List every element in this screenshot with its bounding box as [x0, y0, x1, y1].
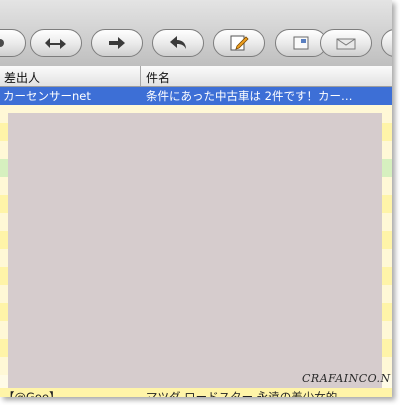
forward-button[interactable]: [91, 29, 143, 57]
mail-window: 差出人 件名 カーセンサーnet 条件にあった中古車は 2件です！カー… 【@G…: [0, 0, 392, 397]
mailbox-button[interactable]: [320, 29, 372, 57]
get-mail-button[interactable]: [0, 29, 26, 57]
column-divider[interactable]: [140, 66, 141, 86]
reply-icon: [170, 36, 186, 49]
message-row[interactable]: 【@Goo】 マツダ ロードスター 永遠の差少女的…: [0, 388, 392, 397]
note-icon: [293, 36, 309, 50]
message-subject: マツダ ロードスター 永遠の差少女的…: [146, 390, 349, 397]
watermark: CRAFAINCO.N: [302, 372, 391, 385]
reply-button[interactable]: [152, 29, 204, 57]
toolbar: [0, 0, 392, 67]
more-button[interactable]: [381, 29, 392, 57]
message-row[interactable]: カーセンサーnet 条件にあった中古車は 2件です！カー…: [0, 87, 392, 105]
sender-column-header[interactable]: 差出人: [4, 69, 40, 86]
get-mail-icon: [0, 39, 4, 47]
message-list-header: 差出人 件名: [0, 66, 392, 87]
reply-all-button[interactable]: [30, 29, 82, 57]
forward-icon: [109, 37, 125, 49]
compose-button[interactable]: [213, 29, 265, 57]
redaction-overlay: [8, 113, 382, 389]
subject-column-header[interactable]: 件名: [146, 69, 170, 86]
message-subject: 条件にあった中古車は 2件です！カー…: [146, 89, 353, 103]
message-sender: 【@Goo】: [3, 390, 61, 397]
compose-icon: [230, 35, 249, 51]
mailbox-icon: [336, 38, 356, 50]
message-sender: カーセンサーnet: [3, 89, 91, 103]
reply-all-icon: [45, 38, 66, 49]
